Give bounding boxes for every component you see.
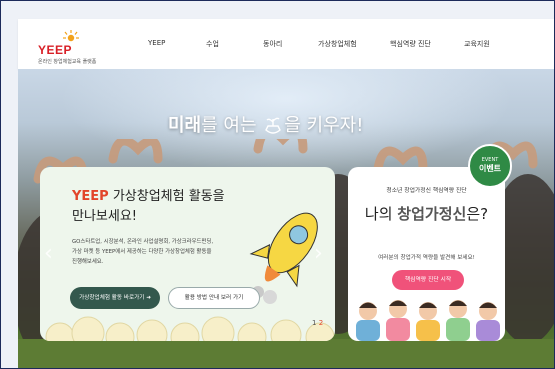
next-arrow-icon[interactable]: › [314,241,323,266]
start-diagnosis-button[interactable]: 핵심역량 진단 시작 [392,270,464,290]
pager-page-2[interactable]: 2 [319,319,323,327]
card1-title-accent: YEEP [72,189,109,204]
event-label-ko: 이벤트 [478,164,502,173]
logo-subtitle: 온라인 창업체험교육 플랫폼 [38,59,97,65]
headline-strong: 미래 [168,115,202,136]
headline-rest: 를 여는 [201,115,263,136]
hero-headline: 미래를 여는 을 키우자! [168,111,363,137]
usage-guide-button[interactable]: 활용 방법 안내 보러 가기 [168,287,260,309]
page-frame: YEEP 온라인 창업체험교육 플랫폼 YEEP 수업 동아리 가상창업체험 핵… [0,0,555,369]
card1-desc-line: GO스타트업, 시장분석, 온라인 사업설명회, 가상크라우드펀딩, [72,239,214,245]
yeep-logo[interactable]: YEEP 온라인 창업체험교육 플랫폼 [38,29,118,65]
clouds-decoration [45,316,335,341]
top-navigation: YEEP 온라인 창업체험교육 플랫폼 YEEP 수업 동아리 가상창업체험 핵… [18,19,554,69]
card1-title-rest: 가상창업체험 활동을 [108,189,225,204]
nav-item-yeep[interactable]: YEEP [148,39,165,47]
card1-desc-line: 진행해보세요. [72,259,104,265]
card1-title-line2: 만나보세요! [72,209,138,224]
logo-wordmark: YEEP [38,43,73,57]
headline-end: 을 키우자! [284,115,364,136]
hero-banner: 미래를 여는 을 키우자! YEEP 가상창업체험 활동을 만나보세요! GO스… [18,69,554,368]
card2-description: 여러분의 창업가적 역량을 발견해 보세요! [378,255,475,261]
nav-item-education-support[interactable]: 교육지원 [464,39,490,49]
event-badge[interactable]: EVENT 이벤트 [468,144,512,188]
card2-title-bold: 창업가정신 [397,205,467,223]
card1-description: GO스타트업, 시장분석, 온라인 사업설명회, 가상크라우드펀딩, 가상 마켓… [72,237,242,267]
sprout-hand-icon [265,117,282,134]
slide-pager: 1 2 [312,319,323,327]
nav-item-class[interactable]: 수업 [206,39,219,49]
nav-item-virtual-startup[interactable]: 가상창업체험 [318,39,357,49]
nav-item-core-diagnosis[interactable]: 핵심역량 진단 [390,39,431,49]
core-diagnosis-card: 청소년 창업가정신 핵심역량 진단 나의 창업가정신은? 여러분의 창업가적 역… [348,167,505,341]
card2-title: 나의 창업가정신은? [364,205,489,223]
virtual-startup-activity-button[interactable]: 가상창업체험 활동 바로가기 ➜ [70,287,160,309]
card1-desc-line: 가상 마켓 등 YEEP에서 제공하는 다양한 가상창업체험 활동을 [72,249,212,255]
nav-item-club[interactable]: 동아리 [263,39,282,49]
card1-title-line1: YEEP 가상창업체험 활동을 [72,185,225,204]
virtual-startup-card: YEEP 가상창업체험 활동을 만나보세요! GO스타트업, 시장분석, 온라인… [40,167,335,341]
students-illustration [356,300,500,341]
prev-arrow-icon[interactable]: ‹ [44,241,53,266]
